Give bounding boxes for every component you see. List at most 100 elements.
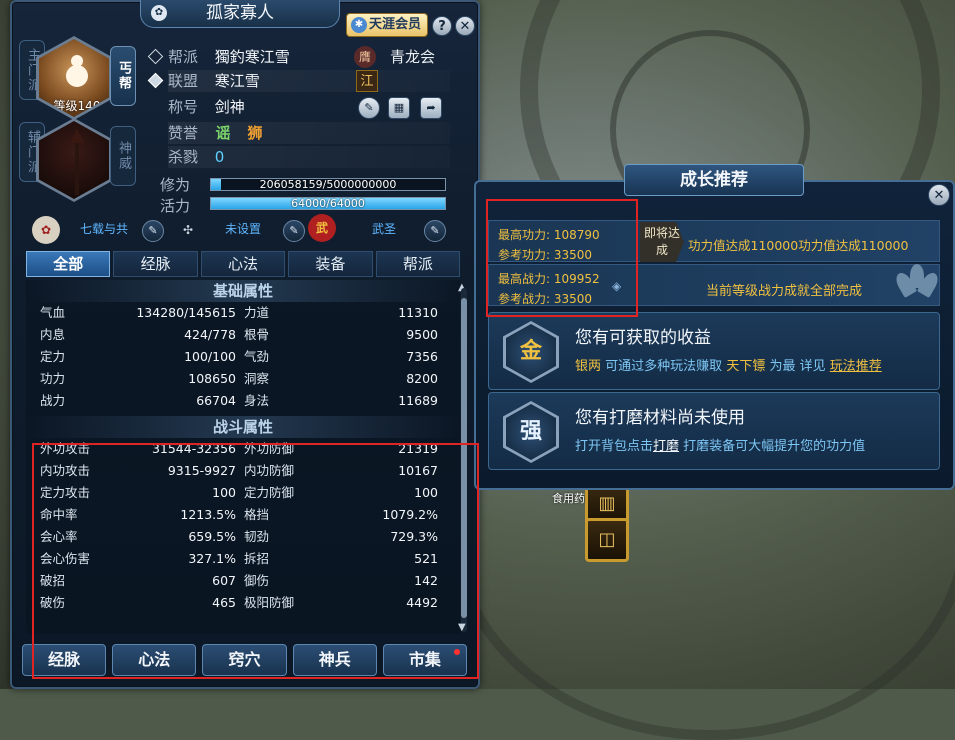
basic-stat-value: 134280/145615	[136, 305, 236, 320]
basic-stat-value: 100/100	[184, 349, 236, 364]
basic-stat-value: 424/778	[184, 327, 236, 342]
title-share-icon[interactable]: ➦	[420, 97, 442, 119]
combat-stat-row: 内功攻击 9315-9927 内功防御 10167	[26, 460, 460, 482]
cultivation-label: 修为	[160, 176, 191, 194]
basic-stat-value: 7356	[406, 349, 438, 364]
play-recommend-link[interactable]: 玩法推荐	[830, 359, 882, 374]
combat-stat-value: 521	[414, 551, 438, 566]
meridian-button[interactable]: 经脉	[22, 644, 107, 676]
income-card-title: 您有可获取的收益	[575, 328, 711, 348]
combat-stat-label: 拆招	[244, 551, 270, 566]
basic-stat-label: 气劲	[244, 349, 270, 364]
alliance-row: 联盟 寒江雪	[147, 70, 450, 92]
vip-badge[interactable]: ✱ 天涯会员	[346, 13, 428, 37]
notification-dot	[454, 649, 461, 655]
market-button[interactable]: 市集	[382, 644, 468, 676]
basic-stat-label: 功力	[40, 371, 66, 386]
polish-card-title: 您有打磨材料尚未使用	[575, 408, 745, 428]
combat-stat-row: 会心率 659.5% 韧劲 729.3%	[26, 526, 460, 548]
basic-stat-label: 根骨	[244, 327, 270, 342]
title-row: 称号 剑神	[168, 98, 245, 116]
title-slot-2-icon[interactable]: ✣	[174, 216, 202, 244]
praise-badge-icon-1[interactable]: 谣	[212, 122, 234, 144]
scroll-down-arrow[interactable]: ▼	[458, 622, 466, 633]
stats-area: 基础属性 气血 134280/145615 力道 11310 内息 424/778 根骨 95…	[26, 280, 460, 634]
growth-close-button[interactable]: ✕	[928, 184, 950, 206]
edit-title-slot-1-icon[interactable]: ✎	[142, 220, 164, 242]
combat-stat-label: 会心伤害	[40, 551, 91, 566]
combat-stat-label: 韧劲	[244, 529, 270, 544]
praise-badge-icon-2[interactable]: 狮	[244, 122, 266, 144]
divine-weapon-button[interactable]: 神兵	[292, 644, 377, 676]
combat-stat-label: 破伤	[40, 595, 66, 610]
combat-stat-row: 会心伤害 327.1% 拆招 521	[26, 548, 460, 570]
combat-stat-value: 142	[414, 573, 438, 588]
tab-meridian[interactable]: 经脉	[113, 251, 198, 277]
combat-stat-value: 729.3%	[390, 529, 438, 544]
title-list-icon[interactable]: ▦	[388, 97, 410, 119]
edit-title-slot-2-icon[interactable]: ✎	[283, 220, 305, 242]
title-slot-2-label: 未设置	[225, 222, 262, 236]
settings-gear-icon[interactable]: ✿	[151, 5, 167, 21]
combat-stat-row: 命中率 1213.5% 格挡 1079.2%	[26, 504, 460, 526]
edit-title-icon[interactable]: ✎	[358, 97, 380, 119]
polish-card[interactable]: 强 您有打磨材料尚未使用 打开背包点击打磨 打磨装备可大幅提升您的功力值	[488, 392, 940, 470]
kill-row: 杀戮 0	[168, 146, 450, 168]
upcoming-tag: 即将达成	[640, 222, 684, 262]
basic-stat-row: 功力 108650 洞察 8200	[26, 368, 460, 390]
basic-stat-label: 力道	[244, 305, 270, 320]
combat-stat-value: 327.1%	[188, 551, 236, 566]
character-name: 孤家寡人	[206, 3, 274, 23]
diamond-arrow-icon: ◈	[612, 279, 622, 293]
main-school-name[interactable]: 丐帮	[110, 46, 136, 106]
basic-stat-label: 定力	[40, 349, 66, 364]
guild-emblem-icon: 膺	[354, 46, 376, 68]
lotus-icon	[892, 264, 942, 300]
combat-stat-label: 外功攻击	[40, 441, 91, 456]
combat-stat-label: 极阳防御	[244, 595, 295, 610]
basic-stat-row: 内息 424/778 根骨 9500	[26, 324, 460, 346]
combat-stat-label: 御伤	[244, 573, 270, 588]
skill-slot-2[interactable]: ◫	[585, 518, 629, 562]
combat-stat-value: 10167	[398, 463, 438, 478]
basic-stat-value: 108650	[188, 371, 236, 386]
title-slot-1-icon[interactable]: ✿	[32, 216, 60, 244]
sub-school-name[interactable]: 神威	[110, 126, 136, 186]
vitality-bar: 64000/64000	[210, 197, 446, 210]
tab-skill[interactable]: 心法	[200, 251, 286, 277]
help-button[interactable]: ?	[432, 16, 452, 36]
income-card[interactable]: 金 您有可获取的收益 银两 可通过多种玩法赚取 天下镖 为最 详见 玩法推荐	[488, 312, 940, 390]
skill-button[interactable]: 心法	[112, 644, 197, 676]
basic-stat-label: 内息	[40, 327, 66, 342]
gold-icon: 金	[503, 321, 559, 383]
title-slot-3-icon[interactable]: 武	[308, 214, 336, 242]
title-slot-1-label: 七载与共	[80, 222, 129, 236]
character-title-bar: ✿ 孤家寡人	[140, 0, 340, 28]
combat-stat-value: 1079.2%	[382, 507, 438, 522]
kill-value: 0	[214, 148, 225, 166]
attribute-tabs: 全部 经脉 心法 装备 帮派	[26, 251, 461, 277]
vip-star-icon: ✱	[351, 17, 367, 33]
polish-link[interactable]: 打磨	[653, 439, 679, 454]
title-slot-3-label: 武圣	[372, 222, 397, 236]
praise-row: 赞誉	[168, 122, 450, 144]
edit-title-slot-3-icon[interactable]: ✎	[424, 220, 446, 242]
combat-stat-value: 21319	[398, 441, 438, 456]
combat-stat-row: 破招 607 御伤 142	[26, 570, 460, 592]
polish-card-desc: 打开背包点击打磨 打磨装备可大幅提升您的功力值	[575, 439, 866, 454]
combat-stat-value: 1213.5%	[180, 507, 236, 522]
bottom-button-bar: 经脉 心法 窍穴 神兵 市集	[22, 644, 468, 676]
acupoint-button[interactable]: 窍穴	[202, 644, 287, 676]
stats-scrollbar[interactable]	[461, 288, 467, 632]
basic-stat-value: 66704	[196, 393, 236, 408]
combat-stat-label: 命中率	[40, 507, 78, 522]
strengthen-icon: 强	[503, 401, 559, 463]
combat-stat-row: 定力攻击 100 定力防御 100	[26, 482, 460, 504]
combat-stat-label: 内功防御	[244, 463, 295, 478]
tab-all[interactable]: 全部	[26, 251, 111, 277]
tab-guild[interactable]: 帮派	[375, 251, 461, 277]
basic-stat-value: 9500	[406, 327, 438, 342]
combat-stat-value: 659.5%	[188, 529, 236, 544]
tab-equipment[interactable]: 装备	[288, 251, 373, 277]
close-button[interactable]: ✕	[455, 16, 475, 36]
